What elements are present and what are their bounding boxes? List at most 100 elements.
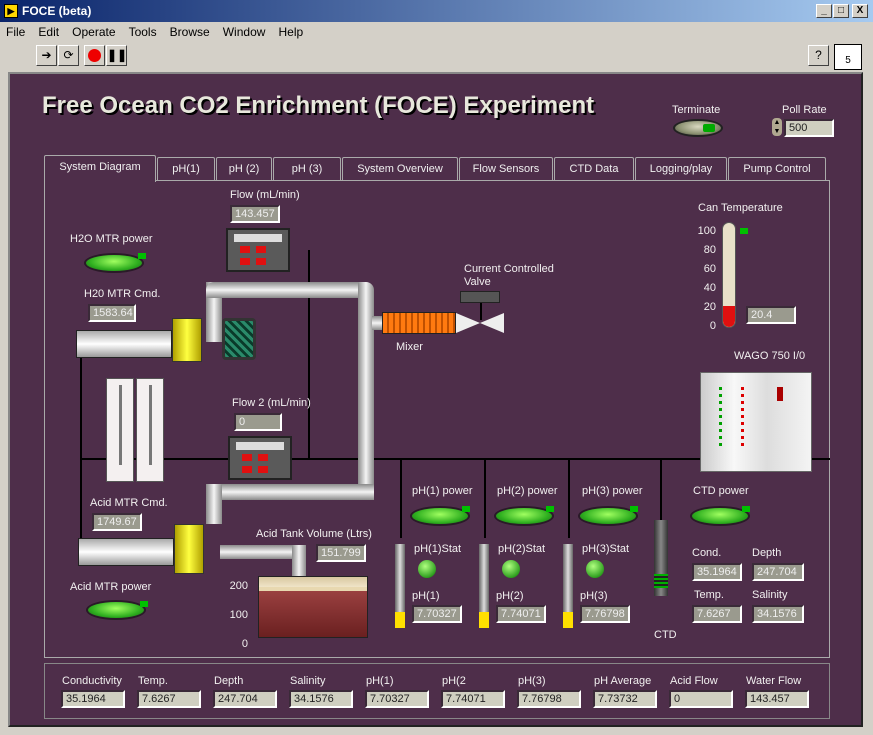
- run-continuously-icon[interactable]: ⟳: [58, 45, 79, 66]
- window-title: FOCE (beta): [22, 4, 92, 18]
- ph2-label: pH(2): [496, 590, 524, 602]
- summary-label-8: Acid Flow: [670, 675, 718, 687]
- menu-window[interactable]: Window: [223, 22, 266, 42]
- mixer-icon: [382, 312, 456, 334]
- menu-file[interactable]: File: [6, 22, 25, 42]
- tab-ctd-data[interactable]: CTD Data: [554, 157, 634, 181]
- acid-tank-fill: [259, 591, 367, 637]
- summary-label-3: Salinity: [290, 675, 326, 687]
- minimize-button[interactable]: _: [816, 4, 832, 18]
- cond-indicator: 35.1964: [692, 563, 742, 581]
- ctd-power-label: CTD power: [693, 485, 749, 497]
- tab-ph3[interactable]: pH (3): [273, 157, 341, 181]
- ph1-stat-led-icon: [418, 560, 436, 578]
- ph2-probe-icon: [479, 544, 489, 628]
- ph1-stat-label: pH(1)Stat: [414, 543, 462, 555]
- ctd-label: CTD: [654, 629, 677, 641]
- summary-label-4: pH(1): [366, 675, 394, 687]
- terminate-button[interactable]: [673, 119, 723, 137]
- ph1-wire: [400, 458, 402, 538]
- ph2-power-indicator-icon: [546, 506, 554, 512]
- valve-label-line1: Current Controlled: [464, 263, 554, 275]
- pipe-upper-top: [206, 282, 372, 298]
- cond-label: Cond.: [692, 547, 722, 559]
- acid-cmd-label: Acid MTR Cmd.: [90, 497, 168, 509]
- ctd-power-indicator-icon: [742, 506, 750, 512]
- summary-value-2: 247.704: [213, 690, 277, 708]
- ph1-power-button[interactable]: [410, 506, 470, 526]
- menu-edit[interactable]: Edit: [38, 22, 59, 42]
- h2o-power-indicator-icon: [138, 253, 146, 259]
- labview-app-icon: ▶: [4, 4, 18, 18]
- ph3-label: pH(3): [580, 590, 608, 602]
- tab-flow-sensors[interactable]: Flow Sensors: [459, 157, 553, 181]
- window-title-bar: ▶ FOCE (beta) _ □ X: [0, 0, 873, 22]
- ph3-wire: [568, 458, 570, 538]
- ph1-power-label: pH(1) power: [412, 485, 473, 497]
- acid-tank-gauge: [258, 576, 368, 638]
- menu-tools[interactable]: Tools: [129, 22, 157, 42]
- tab-ph2[interactable]: pH (2): [216, 157, 272, 181]
- pipe-tank-down: [292, 545, 306, 580]
- acid-power-button[interactable]: [86, 600, 146, 620]
- ph2-power-label: pH(2) power: [497, 485, 558, 497]
- summary-value-9: 143.457: [745, 690, 809, 708]
- poll-rate-stepper[interactable]: ▲ ▼: [772, 118, 782, 136]
- ph3-power-button[interactable]: [578, 506, 638, 526]
- temp-label: Temp.: [694, 589, 724, 601]
- valve-label-line2: Valve: [464, 276, 491, 288]
- mixer-label: Mixer: [396, 341, 423, 353]
- ph3-power-indicator-icon: [630, 506, 638, 512]
- summary-value-6: 7.76798: [517, 690, 581, 708]
- thermometer-led-icon: [740, 228, 748, 234]
- thermometer-gauge: [722, 222, 736, 328]
- summary-label-7: pH Average: [594, 675, 652, 687]
- toolbar: ➔ ⟳ ❚❚ ? 5: [0, 42, 873, 70]
- can-temp-scale: 100 80 60 40 20 0: [697, 225, 716, 332]
- flow2-meter-icon: [228, 436, 292, 480]
- pipe-lower: [206, 484, 374, 500]
- ph2-wire: [484, 458, 486, 538]
- salinity-indicator: 34.1576: [752, 605, 804, 623]
- temp-indicator: 7.6267: [692, 605, 742, 623]
- maximize-button[interactable]: □: [833, 4, 849, 18]
- summary-value-7: 7.73732: [593, 690, 657, 708]
- ph2-power-button[interactable]: [494, 506, 554, 526]
- wago-label: WAGO 750 I/0: [734, 350, 806, 362]
- run-arrow-icon[interactable]: ➔: [36, 45, 57, 66]
- summary-label-0: Conductivity: [62, 675, 122, 687]
- ph3-indicator: 7.76798: [580, 605, 630, 623]
- h2o-power-button[interactable]: [84, 253, 144, 273]
- help-icon[interactable]: ?: [808, 45, 829, 66]
- valve-actuator-icon: [460, 291, 500, 303]
- sensor-module-1-icon: [106, 378, 134, 482]
- acid-tank-label: Acid Tank Volume (Ltrs): [256, 528, 372, 540]
- menu-browse[interactable]: Browse: [170, 22, 210, 42]
- flow-meter-icon: [226, 228, 290, 272]
- poll-rate-label: Poll Rate: [782, 104, 827, 116]
- abort-icon[interactable]: [84, 45, 105, 66]
- tab-system-overview[interactable]: System Overview: [342, 157, 458, 181]
- tab-pump-control[interactable]: Pump Control: [728, 157, 826, 181]
- h2o-cmd-label: H20 MTR Cmd.: [84, 288, 161, 300]
- ph3-power-label: pH(3) power: [582, 485, 643, 497]
- page-title: Free Ocean CO2 Enrichment (FOCE) Experim…: [42, 92, 595, 119]
- ctd-power-button[interactable]: [690, 506, 750, 526]
- poll-rate-input[interactable]: 500: [784, 119, 834, 137]
- menu-operate[interactable]: Operate: [72, 22, 115, 42]
- close-button[interactable]: X: [852, 4, 868, 18]
- vi-badge: 5: [845, 55, 851, 66]
- valve-body-left-icon: [456, 313, 480, 333]
- tab-logging-play[interactable]: Logging/play: [635, 157, 727, 181]
- acid-motor-icon: [78, 538, 174, 566]
- summary-value-3: 34.1576: [289, 690, 353, 708]
- h2o-filter-icon: [222, 318, 256, 360]
- flow2-indicator: 0: [234, 413, 282, 431]
- pause-icon[interactable]: ❚❚: [106, 45, 127, 66]
- menu-help[interactable]: Help: [278, 22, 303, 42]
- ph2-stat-led-icon: [502, 560, 520, 578]
- tab-ph1[interactable]: pH(1): [157, 157, 215, 181]
- tab-system-diagram[interactable]: System Diagram: [44, 155, 156, 182]
- flow-indicator: 143.457: [230, 205, 280, 223]
- ctd-wire: [660, 458, 662, 520]
